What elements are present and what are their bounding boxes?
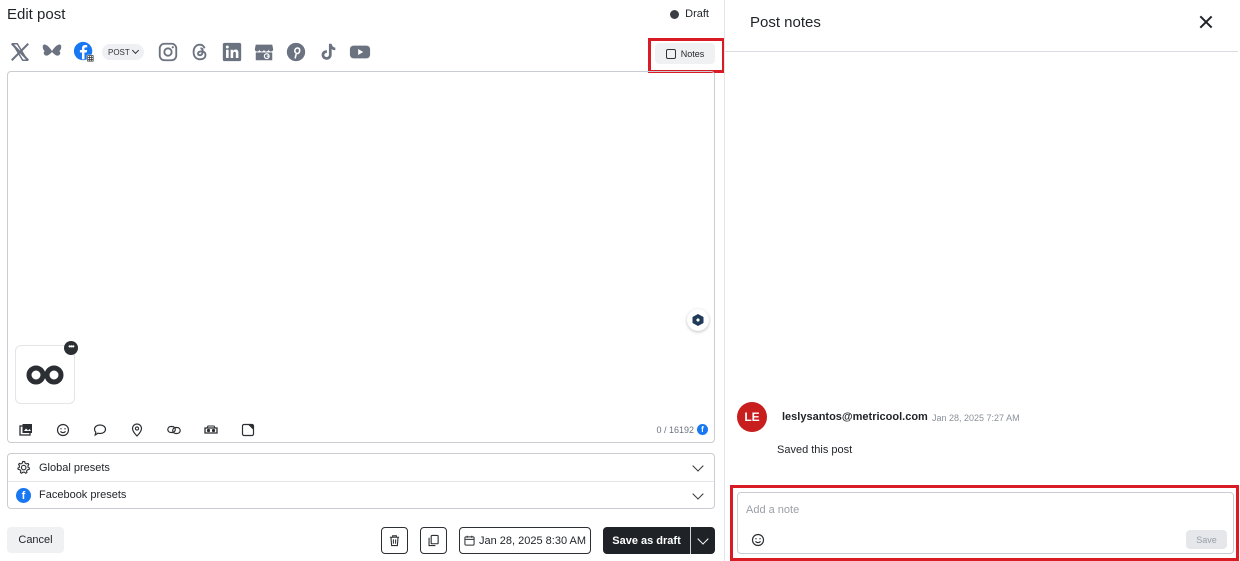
notes-button-label: Notes <box>680 48 705 59</box>
post-type-select[interactable]: POST <box>102 44 144 60</box>
gear-icon <box>16 460 31 475</box>
note-icon <box>665 48 676 59</box>
ai-assistant-button[interactable] <box>687 309 709 331</box>
note-timestamp: Jan 28, 2025 7:27 AM <box>932 413 1020 423</box>
notes-panel-title: Post notes <box>750 14 821 31</box>
infinity-logo-icon <box>26 365 64 384</box>
page-title: Edit post <box>7 6 66 23</box>
notes-button[interactable]: Notes <box>655 43 715 64</box>
post-editor: Edit post Draft POST Notes ••• 0 / 16192… <box>0 0 725 561</box>
x-icon[interactable] <box>8 40 32 64</box>
copy-icon <box>428 534 439 547</box>
character-counter: 0 / 16192 f <box>656 424 708 435</box>
emoji-icon[interactable] <box>55 422 71 438</box>
location-icon[interactable] <box>129 422 145 438</box>
youtube-icon[interactable] <box>348 40 372 64</box>
delete-button[interactable] <box>381 527 408 554</box>
note-input-highlight-box <box>730 485 1239 561</box>
google-business-icon[interactable] <box>252 40 276 64</box>
facebook-icon[interactable] <box>72 40 96 64</box>
chevron-down-icon <box>692 488 704 500</box>
schedule-date-button[interactable]: Jan 28, 2025 8:30 AM <box>459 527 591 554</box>
save-as-draft-label: Save as draft <box>612 534 681 547</box>
button-divider <box>690 527 691 554</box>
facebook-icon: f <box>16 487 31 503</box>
global-presets-row[interactable]: Global presets <box>8 454 714 481</box>
linkedin-icon[interactable] <box>220 40 244 64</box>
media-gallery-icon[interactable] <box>18 422 34 438</box>
tiktok-icon[interactable] <box>316 40 340 64</box>
post-composer[interactable]: ••• 0 / 16192 f <box>7 71 715 443</box>
status-dot <box>670 9 680 19</box>
comment-icon[interactable] <box>92 422 108 438</box>
pinterest-icon[interactable] <box>284 40 308 64</box>
post-notes-panel: Post notes LE leslysantos@metricool.com … <box>724 0 1240 561</box>
threads-icon[interactable] <box>188 40 212 64</box>
status-label: Draft <box>685 8 709 20</box>
post-type-label: POST <box>108 47 130 57</box>
duplicate-button[interactable] <box>420 527 447 554</box>
avatar: LE <box>737 402 767 432</box>
canva-icon[interactable] <box>240 422 256 438</box>
media-thumbnail[interactable] <box>15 345 75 404</box>
link-icon[interactable] <box>166 422 182 438</box>
note-author: leslysantos@metricool.com <box>782 411 928 423</box>
cancel-button[interactable]: Cancel <box>7 527 64 553</box>
trash-icon <box>389 535 400 547</box>
schedule-date-label: Jan 28, 2025 8:30 AM <box>478 534 587 547</box>
link-preview-icon[interactable] <box>203 422 219 438</box>
save-as-draft-button[interactable]: Save as draft <box>603 527 715 554</box>
chevron-down-icon <box>697 532 709 545</box>
global-presets-label: Global presets <box>39 461 110 474</box>
close-icon[interactable] <box>1198 14 1214 30</box>
bluesky-icon[interactable] <box>40 40 64 64</box>
instagram-icon[interactable] <box>156 40 180 64</box>
calendar-icon <box>464 535 475 546</box>
facebook-presets-row[interactable]: f Facebook presets <box>8 481 714 508</box>
network-selector: POST <box>8 38 380 66</box>
status-badge: Draft <box>670 8 709 20</box>
facebook-icon: f <box>697 424 708 435</box>
save-options-dropdown[interactable] <box>691 532 715 545</box>
divider <box>725 51 1238 52</box>
note-text: Saved this post <box>777 444 853 456</box>
character-count: 0 / 16192 <box>656 424 694 435</box>
chevron-down-icon <box>131 46 139 55</box>
facebook-presets-label: Facebook presets <box>39 489 127 501</box>
ai-icon <box>692 314 704 326</box>
composer-toolbar <box>18 422 277 438</box>
chevron-down-icon <box>692 460 704 472</box>
presets-panel: Global presets f Facebook presets <box>7 453 715 509</box>
more-options-icon[interactable]: ••• <box>64 341 78 355</box>
